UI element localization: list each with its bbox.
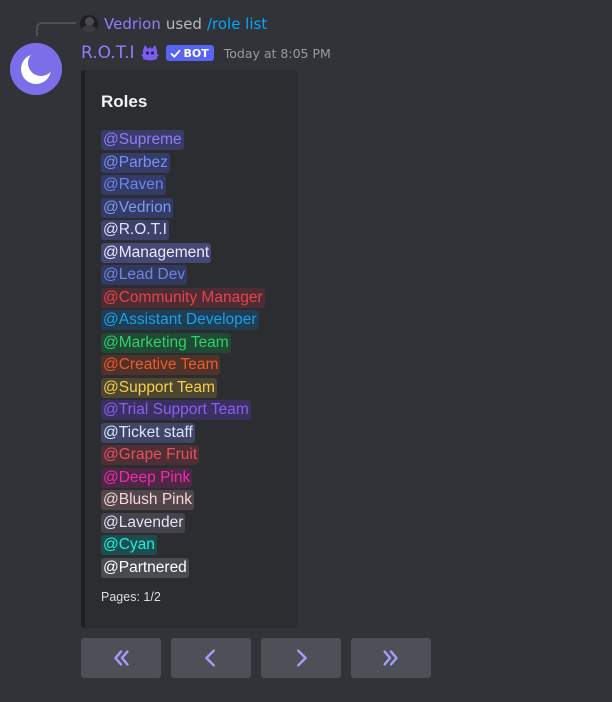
bot-tag-label: BOT — [183, 46, 209, 60]
reply-used-text: used — [165, 15, 202, 33]
role-mention[interactable]: @Raven — [101, 175, 166, 196]
double-chevron-left-icon — [114, 650, 129, 666]
bot-username[interactable]: R.O.T.I — [81, 43, 135, 63]
role-mention[interactable]: @Parbez — [101, 152, 170, 173]
reply-context[interactable]: Vedrion used /role list — [80, 13, 267, 35]
roles-embed: Roles @Supreme @Parbez @Raven @Vedrion @R.O.… — [81, 70, 298, 628]
role-row: @R.O.T.I — [101, 219, 265, 242]
message-header: R.O.T.I BOT Today at 8:05 PM — [81, 41, 331, 65]
embed-title: Roles — [101, 92, 148, 111]
role-mention[interactable]: @Management — [101, 242, 212, 263]
role-mention[interactable]: @Assistant Developer — [101, 310, 259, 331]
role-mention[interactable]: @Marketing Team — [101, 332, 231, 353]
role-mention[interactable]: @Grape Fruit — [101, 445, 200, 466]
bot-tag: BOT — [165, 45, 214, 61]
moon-avatar-icon — [10, 43, 62, 95]
last-page-button[interactable] — [351, 638, 431, 678]
purple-creature-icon — [140, 45, 159, 61]
role-row: @Cyan — [101, 534, 265, 557]
roles-list: @Supreme @Parbez @Raven @Vedrion @R.O.T.I @Ma… — [101, 129, 265, 579]
reply-avatar[interactable] — [80, 15, 98, 33]
role-row: @Supreme — [101, 129, 265, 152]
role-row: @Management — [101, 242, 265, 265]
message-timestamp[interactable]: Today at 8:05 PM — [224, 46, 331, 61]
double-chevron-right-icon — [383, 650, 398, 666]
role-mention[interactable]: @Lavender — [101, 512, 186, 533]
role-row: @Lavender — [101, 512, 265, 535]
role-row: @Blush Pink — [101, 489, 265, 512]
role-row: @Creative Team — [101, 354, 265, 377]
role-mention[interactable]: @Support Team — [101, 377, 217, 398]
reply-spine — [36, 22, 76, 36]
role-mention[interactable]: @Community Manager — [101, 287, 265, 308]
role-row: @Vedrion — [101, 197, 265, 220]
verified-check-icon — [170, 49, 180, 58]
previous-page-button[interactable] — [171, 638, 251, 678]
role-mention[interactable]: @Lead Dev — [101, 265, 188, 286]
role-mention[interactable]: @Supreme — [101, 130, 184, 151]
chevron-right-icon — [297, 649, 307, 667]
role-row: @Ticket staff — [101, 422, 265, 445]
role-row: @Partnered — [101, 557, 265, 580]
next-page-button[interactable] — [261, 638, 341, 678]
role-mention[interactable]: @Trial Support Team — [101, 400, 251, 421]
role-row: @Marketing Team — [101, 332, 265, 355]
role-row: @Grape Fruit — [101, 444, 265, 467]
role-mention[interactable]: @Deep Pink — [101, 467, 193, 488]
role-row: @Deep Pink — [101, 467, 265, 490]
role-mention[interactable]: @Partnered — [101, 557, 189, 578]
chevron-left-icon — [205, 649, 215, 667]
reply-command[interactable]: /role list — [207, 15, 267, 33]
bot-avatar[interactable] — [10, 43, 62, 95]
role-mention[interactable]: @R.O.T.I — [101, 220, 169, 241]
role-row: @Parbez — [101, 152, 265, 175]
role-mention[interactable]: @Cyan — [101, 535, 157, 556]
role-mention[interactable]: @Ticket staff — [101, 422, 195, 443]
role-mention[interactable]: @Blush Pink — [101, 490, 194, 511]
role-row: @Assistant Developer — [101, 309, 265, 332]
chat-view: Vedrion used /role list R.O.T.I BOT Toda… — [0, 0, 612, 702]
first-page-button[interactable] — [81, 638, 161, 678]
role-row: @Raven — [101, 174, 265, 197]
reply-username[interactable]: Vedrion — [104, 15, 161, 33]
role-row: @Support Team — [101, 377, 265, 400]
role-mention[interactable]: @Creative Team — [101, 355, 221, 376]
role-row: @Trial Support Team — [101, 399, 265, 422]
role-row: @Lead Dev — [101, 264, 265, 287]
role-row: @Community Manager — [101, 287, 265, 310]
embed-footer: Pages: 1/2 — [101, 590, 161, 604]
role-mention[interactable]: @Vedrion — [101, 197, 174, 218]
